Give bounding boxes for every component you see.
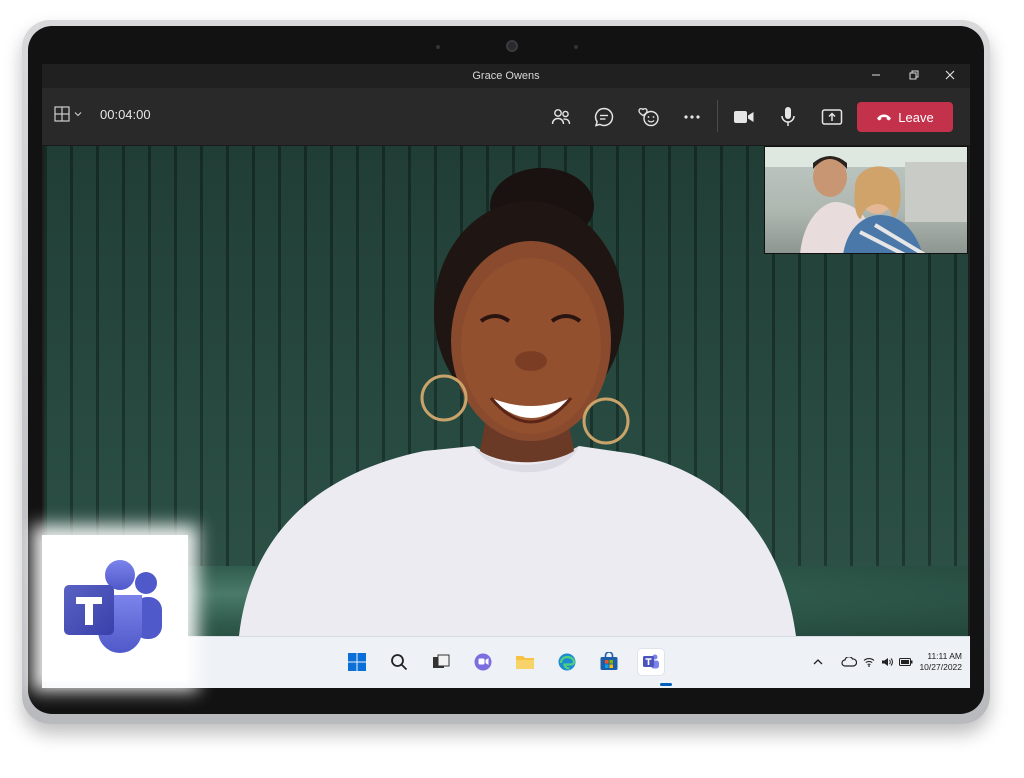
microphone-icon	[781, 107, 795, 126]
toolbar-divider	[717, 100, 718, 132]
front-sensor	[574, 45, 578, 49]
chevron-down-icon	[74, 112, 82, 117]
taskbar-search-button[interactable]	[386, 649, 412, 675]
system-tray: 11:11 AM 10/27/2022	[813, 651, 962, 673]
store-icon	[600, 652, 618, 670]
edge-browser-button[interactable]	[554, 649, 580, 675]
front-camera	[506, 40, 518, 52]
clock-date: 10/27/2022	[919, 662, 962, 672]
show-hidden-icons-icon[interactable]	[813, 658, 823, 666]
mic-toggle-button[interactable]	[773, 102, 803, 132]
leave-button[interactable]: Leave	[857, 102, 953, 132]
hang-up-icon	[877, 114, 892, 121]
teams-taskbar-button[interactable]	[638, 649, 664, 675]
share-tray-icon	[821, 109, 843, 125]
edge-icon	[558, 653, 576, 671]
file-explorer-button[interactable]	[512, 649, 538, 675]
camera-toggle-button[interactable]	[729, 102, 759, 132]
people-icon	[551, 109, 571, 125]
front-sensor	[436, 45, 440, 49]
video-camera-icon	[734, 111, 754, 123]
system-clock[interactable]: 11:11 AM 10/27/2022	[919, 651, 962, 673]
close-button[interactable]	[932, 66, 968, 86]
teams-logo-icon	[64, 560, 162, 653]
self-view-video[interactable]	[764, 146, 968, 254]
meeting-toolbar: 00:04:00 Leave	[42, 88, 970, 157]
clock-time: 11:11 AM	[927, 651, 962, 661]
onedrive-cloud-icon[interactable]	[841, 657, 858, 667]
chat-icon	[594, 107, 614, 127]
window-title-bar: Grace Owens	[42, 64, 970, 88]
battery-icon[interactable]	[899, 658, 913, 666]
teams-chat-icon	[474, 653, 492, 671]
toolbar-left: 00:04:00	[54, 106, 151, 122]
task-view-icon	[433, 654, 450, 668]
more-actions-button[interactable]	[677, 102, 707, 132]
start-button[interactable]	[344, 649, 370, 675]
search-icon	[391, 654, 408, 671]
reactions-button[interactable]	[634, 102, 664, 132]
taskbar-chat-button[interactable]	[470, 649, 496, 675]
more-icon	[684, 115, 700, 119]
active-app-indicator	[660, 683, 672, 686]
share-screen-button[interactable]	[817, 102, 847, 132]
task-view-button[interactable]	[428, 649, 454, 675]
chat-button[interactable]	[589, 102, 619, 132]
wifi-icon[interactable]	[863, 657, 875, 667]
leave-label: Leave	[898, 109, 934, 125]
minimize-button[interactable]	[858, 66, 894, 86]
restore-icon	[909, 70, 919, 80]
teams-logo-card	[42, 535, 188, 681]
file-explorer-icon	[516, 656, 534, 669]
store-button[interactable]	[596, 649, 622, 675]
windows-start-icon	[348, 653, 366, 671]
reaction-icon	[638, 108, 659, 127]
volume-icon[interactable]	[881, 657, 894, 667]
layout-view-button[interactable]	[54, 106, 82, 122]
minimize-icon	[872, 74, 880, 76]
layout-grid-icon	[54, 106, 70, 122]
participants-button[interactable]	[546, 102, 576, 132]
restore-button[interactable]	[896, 66, 932, 86]
self-view-feed	[765, 147, 967, 253]
teams-icon	[643, 654, 659, 669]
close-icon	[945, 70, 955, 80]
window-title: Grace Owens	[472, 70, 540, 82]
call-timer: 00:04:00	[100, 106, 151, 122]
